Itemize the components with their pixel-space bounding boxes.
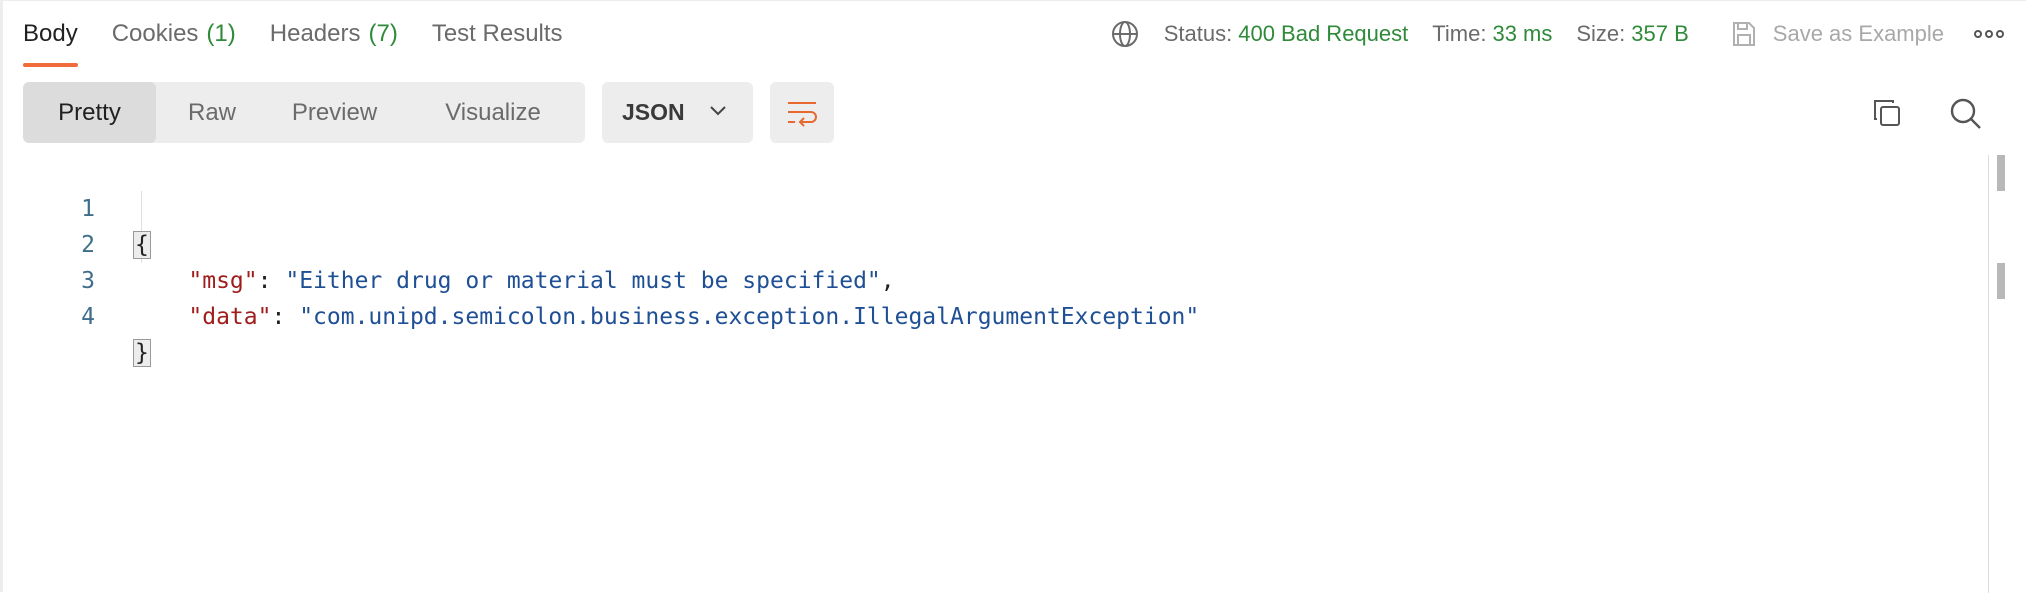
tab-test-results[interactable]: Test Results (432, 1, 563, 67)
tab-body-label: Body (23, 20, 78, 47)
chevron-down-icon (710, 106, 726, 116)
tab-headers[interactable]: Headers (7) (270, 1, 398, 67)
tab-headers-label: Headers (269, 20, 361, 47)
response-body-code[interactable]: 1 { 2 "msg": "Either drug or material mu… (3, 155, 1988, 593)
scrollbar-marker[interactable] (1997, 155, 2005, 191)
wrap-lines-button[interactable] (770, 82, 834, 143)
code-line-1: 1 { (3, 155, 151, 259)
wrap-lines-icon (788, 101, 817, 127)
status-indicator[interactable]: Status: 400 Bad Request (1164, 21, 1409, 47)
tab-cookies-count: (1) (206, 20, 236, 47)
network-globe-icon[interactable] (1110, 19, 1140, 49)
json-string-value: "Either drug or material must be specifi… (285, 268, 881, 294)
editor-vertical-divider (1988, 155, 1989, 593)
response-tabs: Body Cookies (1) Headers (7) Test Result… (23, 1, 597, 67)
tab-cookies-label: Cookies (111, 20, 199, 47)
save-as-example-label: Save as Example (1772, 21, 1944, 46)
copy-icon[interactable] (1869, 95, 1905, 131)
format-dropdown-value: JSON (622, 99, 685, 125)
code-line-3: 3 "data": "com.unipd.semicolon.business.… (3, 227, 1199, 330)
time-value: 33 ms (1492, 21, 1553, 46)
format-dropdown[interactable]: JSON (602, 82, 753, 143)
status-value: 400 Bad Request (1238, 21, 1409, 46)
tab-cookies[interactable]: Cookies (1) (112, 1, 236, 67)
view-mode-raw[interactable]: Raw (156, 82, 268, 143)
more-options-icon[interactable] (1972, 19, 2006, 49)
json-key: "msg" (188, 268, 258, 294)
time-label: Time: (1432, 21, 1487, 46)
json-string-value: "com.unipd.semicolon.business.exception.… (299, 304, 1200, 330)
scrollbar-marker[interactable] (1997, 263, 2005, 299)
tab-headers-count: (7) (368, 20, 398, 47)
size-label: Size: (1576, 21, 1626, 46)
close-brace: } (133, 339, 151, 367)
response-pane: Body Cookies (1) Headers (7) Test Result… (0, 0, 2026, 593)
open-brace: { (133, 231, 151, 259)
tab-body[interactable]: Body (23, 1, 78, 67)
save-icon (1732, 22, 1755, 46)
view-mode-preview[interactable]: Preview (268, 82, 401, 143)
view-mode-pretty[interactable]: Pretty (23, 82, 156, 143)
response-status-bar: Status: 400 Bad Request Time: 33 ms Size: 3… (1110, 1, 2006, 67)
status-label: Status: (1163, 21, 1233, 46)
view-mode-visualize[interactable]: Visualize (401, 82, 585, 143)
view-mode-selector: Pretty Raw Preview Visualize (23, 82, 585, 143)
time-indicator[interactable]: Time: 33 ms (1432, 21, 1552, 47)
tab-test-results-label: Test Results (431, 20, 563, 47)
size-indicator[interactable]: Size: 357 B (1576, 21, 1688, 47)
code-line-2: 2 "msg": "Either drug or material must b… (3, 191, 895, 294)
json-key: "data" (188, 304, 272, 330)
save-as-example-button[interactable]: Save as Example (1731, 20, 1944, 48)
code-line-4: 4 } (3, 263, 151, 367)
line-number: 4 (81, 304, 95, 330)
size-value: 357 B (1631, 21, 1689, 46)
search-icon[interactable] (1947, 95, 1985, 133)
